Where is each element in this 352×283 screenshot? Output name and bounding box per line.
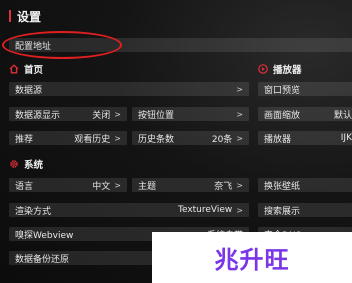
datasource-row[interactable]: 数据源 >: [9, 82, 249, 96]
page-header: 设置: [9, 8, 41, 24]
datasource-display-value: 关闭: [92, 110, 111, 121]
theme-value: 奈飞: [214, 181, 233, 192]
history-count-value: 20条: [211, 134, 233, 145]
section-system-title: 系统: [24, 160, 44, 171]
window-preview-label: 窗口预览: [264, 85, 301, 96]
button-position-row[interactable]: 按钮位置 >: [132, 107, 249, 121]
home-icon: [9, 64, 19, 74]
wallpaper-label: 换张壁纸: [264, 181, 301, 192]
section-player-title: 播放器: [273, 65, 302, 76]
play-circle-icon: [258, 64, 268, 74]
chevron-right-icon: >: [236, 109, 243, 119]
chevron-right-icon: >: [114, 109, 121, 119]
theme-label: 主题: [138, 181, 157, 192]
section-system-header: 系统: [9, 157, 43, 171]
language-label: 语言: [15, 181, 34, 192]
screen-scale-row[interactable]: 画面缩放 默认: [258, 107, 352, 121]
datasource-label: 数据源: [15, 85, 43, 96]
window-preview-row[interactable]: 窗口预览: [258, 82, 352, 96]
chevron-right-icon: >: [236, 84, 243, 94]
render-mode-label: 渲染方式: [15, 206, 52, 217]
watermark-text: 兆升旺: [214, 246, 290, 274]
annotation-ellipse: [2, 31, 122, 59]
title-accent-bar: [9, 10, 11, 22]
render-mode-row[interactable]: 渲染方式 TextureView >: [9, 203, 249, 217]
section-player-header: 播放器: [258, 62, 302, 76]
wallpaper-row[interactable]: 换张壁纸: [258, 178, 352, 192]
history-count-label: 历史条数: [138, 134, 175, 145]
watermark-logo: 兆升旺: [152, 232, 352, 283]
chevron-right-icon: >: [114, 180, 121, 190]
gear-icon: [10, 160, 18, 168]
language-row[interactable]: 语言 中文 >: [9, 178, 127, 192]
page-title: 设置: [17, 9, 42, 24]
section-home-header: 首页: [9, 62, 43, 76]
datasource-display-row[interactable]: 数据源显示 关闭 >: [9, 107, 127, 121]
settings-page: 设置 配置地址 首页 播放器 数据源 > 窗口预览 数据源显示 关闭 > 按钮位…: [0, 0, 352, 283]
screen-scale-label: 画面缩放: [264, 110, 301, 121]
section-home-title: 首页: [24, 65, 44, 76]
chevron-right-icon: >: [236, 180, 243, 190]
recommend-label: 推荐: [15, 134, 34, 145]
language-value: 中文: [92, 181, 111, 192]
search-display-row[interactable]: 搜索展示: [258, 203, 352, 217]
history-count-row[interactable]: 历史条数 20条 >: [132, 131, 249, 145]
chevron-right-icon: >: [236, 133, 243, 143]
search-display-label: 搜索展示: [264, 206, 301, 217]
recommend-value: 观看历史: [74, 134, 111, 145]
player-engine-row[interactable]: 播放器 IJK: [258, 131, 352, 145]
chevron-right-icon: >: [236, 205, 243, 215]
chevron-right-icon: >: [114, 133, 121, 143]
datasource-display-label: 数据源显示: [15, 110, 61, 121]
theme-row[interactable]: 主题 奈飞 >: [132, 178, 249, 192]
screen-scale-value: 默认: [333, 110, 352, 121]
player-engine-value: IJK: [340, 133, 352, 143]
recommend-row[interactable]: 推荐 观看历史 >: [9, 131, 127, 145]
button-position-label: 按钮位置: [138, 110, 175, 121]
player-engine-label: 播放器: [264, 134, 292, 145]
render-mode-value: TextureView: [177, 205, 233, 215]
